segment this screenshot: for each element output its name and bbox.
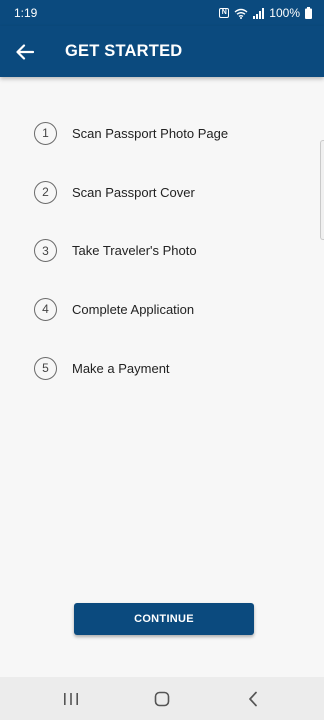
- step-label: Complete Application: [72, 301, 195, 317]
- step-number-badge: 4: [34, 297, 57, 321]
- battery-level: 100%: [269, 6, 300, 20]
- step-item: 2 Scan Passport Cover: [0, 163, 324, 222]
- step-item: 4 Complete Application: [0, 280, 324, 339]
- step-number-badge: 2: [34, 180, 57, 204]
- step-number-badge: 1: [34, 121, 57, 145]
- app-bar: GET STARTED: [0, 26, 324, 77]
- step-number-badge: 5: [34, 356, 57, 380]
- step-item: 3 Take Traveler's Photo: [0, 221, 324, 280]
- step-label: Take Traveler's Photo: [72, 243, 197, 259]
- edge-panel-handle[interactable]: [320, 140, 324, 240]
- back-button[interactable]: [0, 26, 50, 77]
- continue-button[interactable]: CONTINUE: [74, 603, 254, 635]
- step-label: Scan Passport Photo Page: [72, 125, 229, 141]
- home-button[interactable]: [142, 679, 182, 719]
- system-nav-bar: [0, 677, 324, 720]
- recent-apps-icon: [64, 692, 79, 705]
- step-item: 1 Scan Passport Photo Page: [0, 104, 324, 163]
- status-time: 1:19: [14, 6, 38, 20]
- status-icons: N 100%: [219, 6, 312, 20]
- battery-icon: [305, 7, 312, 19]
- signal-icon: [253, 7, 265, 19]
- step-label: Make a Payment: [72, 360, 170, 376]
- step-number-badge: 3: [34, 239, 57, 263]
- step-item: 5 Make a Payment: [0, 339, 324, 398]
- home-icon: [154, 691, 170, 706]
- recent-apps-button[interactable]: [51, 679, 91, 719]
- nav-back-button[interactable]: [233, 679, 273, 719]
- step-label: Scan Passport Cover: [72, 184, 195, 200]
- status-bar: 1:19 N 100%: [0, 0, 324, 26]
- nfc-icon: N: [219, 8, 230, 18]
- wifi-icon: [234, 8, 248, 19]
- page-title: GET STARTED: [65, 42, 183, 60]
- steps-list: 1 Scan Passport Photo Page 2 Scan Passpo…: [0, 104, 324, 397]
- arrow-left-icon: [16, 43, 34, 60]
- chevron-left-icon: [248, 691, 257, 706]
